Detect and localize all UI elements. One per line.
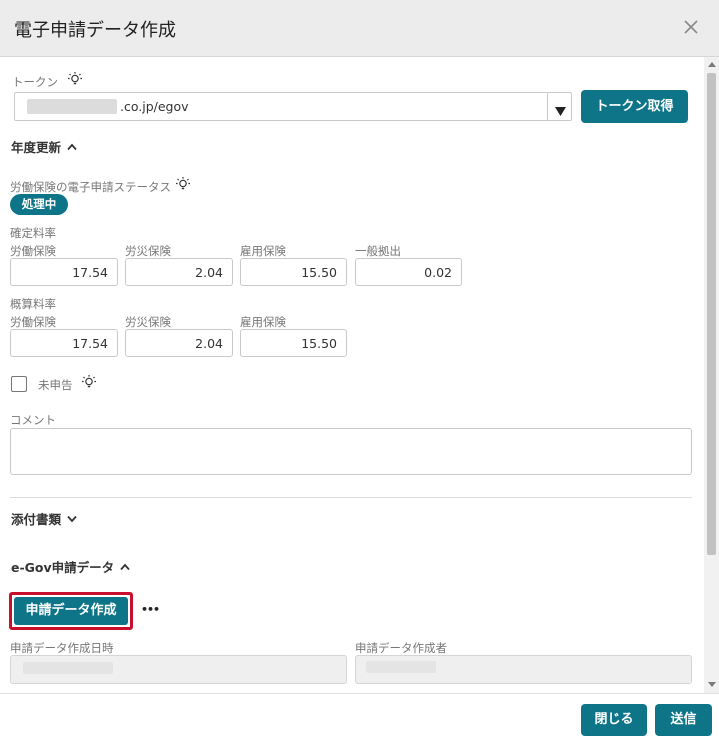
created-by-field (355, 655, 692, 684)
lightbulb-icon[interactable] (175, 176, 191, 192)
confirmed-labor-insurance-input[interactable]: 17.54 (10, 258, 118, 286)
close-icon[interactable] (681, 17, 701, 37)
lightbulb-icon[interactable] (81, 374, 97, 390)
comment-label: コメント (10, 413, 56, 427)
lightbulb-icon[interactable] (67, 71, 83, 87)
rate-label: 労災保険 (125, 315, 171, 329)
more-options-button[interactable]: ••• (141, 603, 160, 616)
dialog-title: 電子申請データ作成 (14, 20, 176, 41)
estimated-employment-insurance-input[interactable]: 15.50 (240, 329, 347, 357)
select-divider (547, 93, 548, 120)
get-token-button[interactable]: トークン取得 (581, 90, 688, 123)
dialog-footer: 閉じる 送信 (0, 693, 719, 747)
status-badge: 処理中 (10, 194, 68, 215)
send-button[interactable]: 送信 (655, 704, 712, 736)
egov-heading: e-Gov申請データ (11, 560, 115, 575)
created-at-field (10, 655, 347, 684)
section-divider (10, 497, 692, 498)
token-label: トークン (12, 75, 58, 89)
rate-label: 雇用保険 (240, 315, 286, 329)
confirmed-general-contribution-input[interactable]: 0.02 (355, 258, 462, 286)
scroll-up-arrow-icon[interactable] (708, 62, 716, 67)
redacted-value (23, 662, 113, 674)
redacted-domain (27, 99, 117, 114)
annual-update-heading: 年度更新 (11, 140, 62, 155)
rate-label: 労働保険 (10, 244, 56, 258)
egov-toggle[interactable]: e-Gov申請データ (11, 557, 130, 576)
rate-label: 雇用保険 (240, 244, 286, 258)
unfiled-label: 未申告 (38, 378, 73, 392)
status-label: 労働保険の電子申請ステータス (10, 180, 171, 194)
confirmed-employment-insurance-input[interactable]: 15.50 (240, 258, 347, 286)
rate-label: 一般拠出 (355, 244, 401, 258)
attachments-heading: 添付書類 (11, 512, 62, 527)
close-button[interactable]: 閉じる (581, 704, 647, 736)
unfiled-checkbox[interactable] (11, 376, 27, 392)
created-by-label: 申請データ作成者 (355, 641, 447, 655)
dropdown-triangle-icon[interactable] (555, 102, 566, 121)
create-application-data-button[interactable]: 申請データ作成 (14, 597, 128, 625)
confirmed-rate-heading: 確定料率 (10, 226, 56, 240)
estimated-workers-comp-input[interactable]: 2.04 (125, 329, 233, 357)
chevron-up-icon (120, 559, 130, 574)
scrollbar-thumb[interactable] (707, 73, 716, 555)
chevron-down-icon (67, 511, 77, 526)
vertical-scrollbar[interactable] (704, 57, 719, 693)
rate-label: 労働保険 (10, 315, 56, 329)
dialog-header: 電子申請データ作成 (0, 0, 719, 57)
token-select[interactable]: .co.jp/egov (14, 92, 572, 121)
estimated-labor-insurance-input[interactable]: 17.54 (10, 329, 118, 357)
redacted-value (366, 661, 436, 673)
scroll-down-arrow-icon[interactable] (708, 682, 716, 687)
token-select-value: .co.jp/egov (120, 99, 189, 114)
attachments-toggle[interactable]: 添付書類 (11, 509, 77, 528)
confirmed-workers-comp-input[interactable]: 2.04 (125, 258, 233, 286)
rate-label: 労災保険 (125, 244, 171, 258)
dialog-body: トークン .co.jp/egov トークン取得 年度更新 労働保険の電子申請ステ… (0, 57, 704, 693)
chevron-up-icon (67, 139, 77, 154)
comment-textarea[interactable] (10, 428, 692, 475)
created-at-label: 申請データ作成日時 (10, 641, 114, 655)
estimated-rate-heading: 概算料率 (10, 297, 56, 311)
annual-update-toggle[interactable]: 年度更新 (11, 137, 77, 156)
